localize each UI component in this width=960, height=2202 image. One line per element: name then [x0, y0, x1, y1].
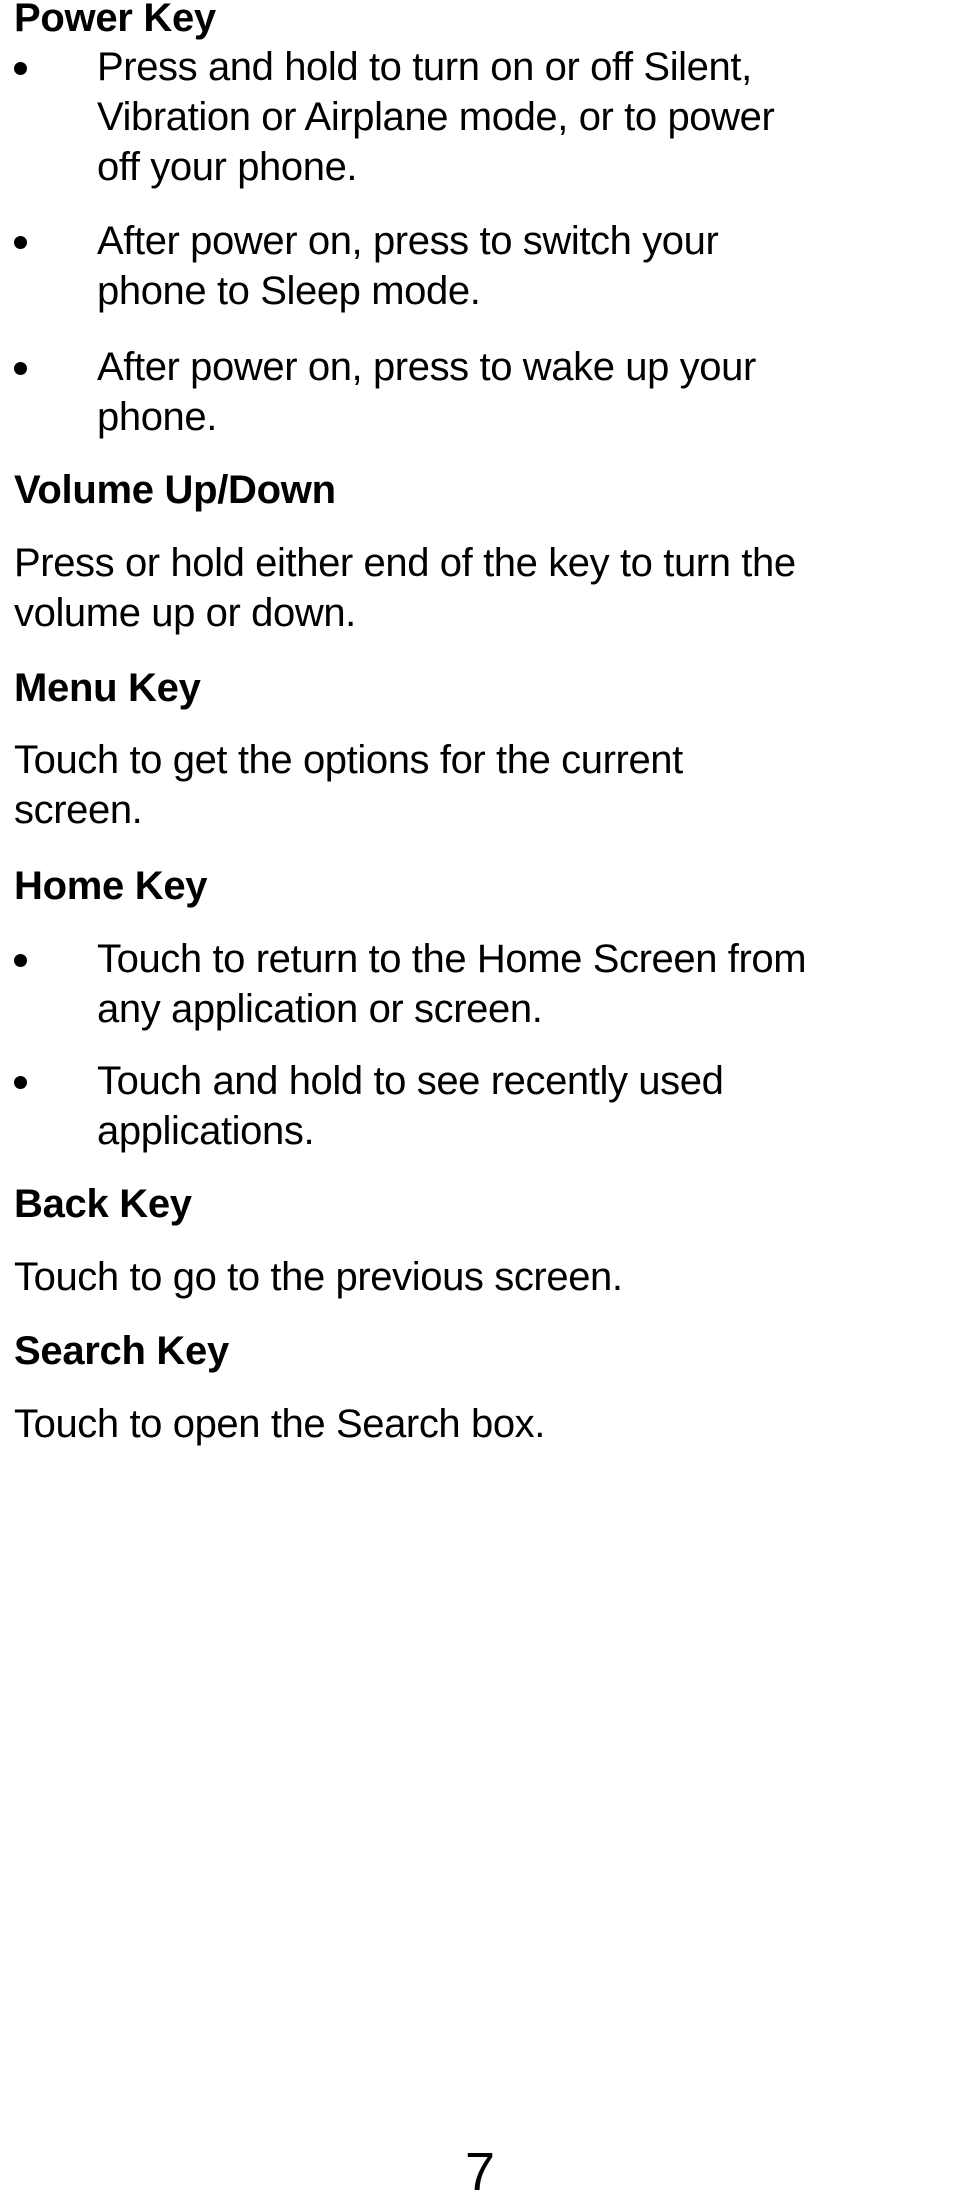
text-line: Press and hold to turn on or off Silent, [97, 45, 752, 89]
bullet-icon [14, 236, 27, 249]
text-line: Press or hold either end of the key to t… [14, 541, 796, 585]
text-line: screen. [14, 788, 143, 832]
text-line: off your phone. [97, 145, 358, 189]
heading-menu-key: Menu Key [14, 666, 201, 710]
text-line: applications. [97, 1109, 315, 1153]
text-line: volume up or down. [14, 591, 356, 635]
text-line: Vibration or Airplane mode, or to power [97, 95, 775, 139]
list-item-text: Touch and hold to see recently used appl… [97, 1056, 724, 1156]
bullet-icon [14, 62, 27, 75]
text-line: any application or screen. [97, 987, 543, 1031]
text-line: After power on, press to wake up your [97, 345, 756, 389]
heading-home-key: Home Key [14, 864, 208, 908]
list-item-text: Press and hold to turn on or off Silent,… [97, 42, 775, 192]
list-item-text: After power on, press to wake up your ph… [97, 342, 756, 442]
text-line: After power on, press to switch your [97, 219, 719, 263]
text-line: Touch to go to the previous screen. [14, 1255, 623, 1299]
paragraph-search: Touch to open the Search box. [14, 1399, 960, 1449]
paragraph-menu: Touch to get the options for the current… [14, 735, 960, 835]
page-number: 7 [464, 2142, 496, 2202]
text-line: Touch to open the Search box. [14, 1402, 545, 1446]
heading-power-key: Power Key [14, 0, 216, 40]
list-item-text: Touch to return to the Home Screen from … [97, 934, 807, 1034]
heading-back-key: Back Key [14, 1182, 192, 1226]
text-line: Touch to get the options for the current [14, 738, 683, 782]
text-line: phone to Sleep mode. [97, 269, 481, 313]
bullet-icon [14, 1076, 27, 1089]
list-item-text: After power on, press to switch your pho… [97, 216, 719, 316]
bullet-icon [14, 954, 27, 967]
bullet-icon [14, 362, 27, 375]
paragraph-volume: Press or hold either end of the key to t… [14, 538, 960, 638]
text-line: Touch to return to the Home Screen from [97, 937, 807, 981]
text-line: phone. [97, 395, 217, 439]
heading-volume: Volume Up/Down [14, 468, 336, 512]
paragraph-back: Touch to go to the previous screen. [14, 1252, 960, 1302]
text-line: Touch and hold to see recently used [97, 1059, 724, 1103]
heading-search-key: Search Key [14, 1329, 229, 1373]
